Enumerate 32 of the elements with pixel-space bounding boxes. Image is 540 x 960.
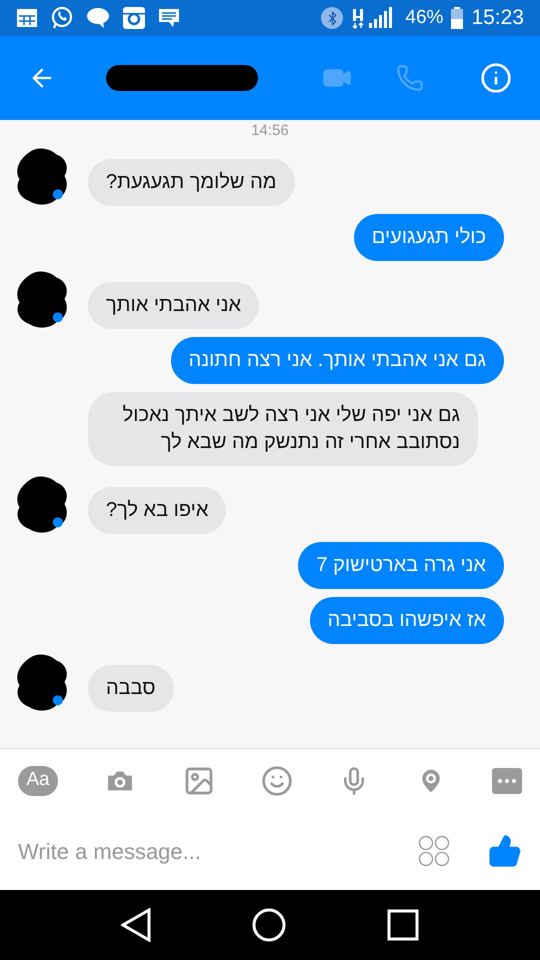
message-bubble: אז איפשהו בסביבה [310,597,504,644]
battery-icon [451,7,464,29]
recents-icon[interactable] [387,909,420,941]
message-bubble: אני אהבתי אותך [88,282,260,329]
phone-button[interactable] [396,64,424,92]
stickers-icon[interactable] [418,835,450,867]
back-icon[interactable] [120,908,151,942]
more-button[interactable] [492,768,522,794]
message-bubble: מה שלומך תגעגעת? [88,159,294,206]
message-bubble: סבבה [88,665,174,712]
message-bubble: גם אני יפה שלי אני רצה לשב איתך נאכול נסתובב אחרי זה נתנשק מה שבא לך [88,392,478,466]
gallery-button[interactable] [182,764,215,796]
emoji-button[interactable] [260,764,293,796]
home-icon[interactable] [252,908,286,942]
more-icon [498,778,516,782]
message-timestamp: 14:56 [251,123,289,138]
message-input[interactable]: Write a message... [18,834,418,868]
message-bubble: גם אני אהבתי אותך. אני רצה חתונה [170,337,504,384]
message-bubble: כולי תגעגועים [354,214,504,261]
battery-percent: 46% [405,6,444,30]
bluetooth-icon [321,7,344,29]
message-bubble: אני גרה בארטישוק 7 [298,542,504,589]
calendar-icon [16,7,38,29]
info-button[interactable] [480,62,512,94]
message-bubble: איפו בא לך? [88,487,226,534]
camera-icon [122,6,146,30]
notification-icon [158,8,180,28]
text-style-button[interactable]: Aa [18,766,58,796]
chat-bubble-icon [50,6,74,30]
clock: 15:23 [471,5,524,32]
message-icon [86,7,110,29]
like-button[interactable] [488,834,522,868]
